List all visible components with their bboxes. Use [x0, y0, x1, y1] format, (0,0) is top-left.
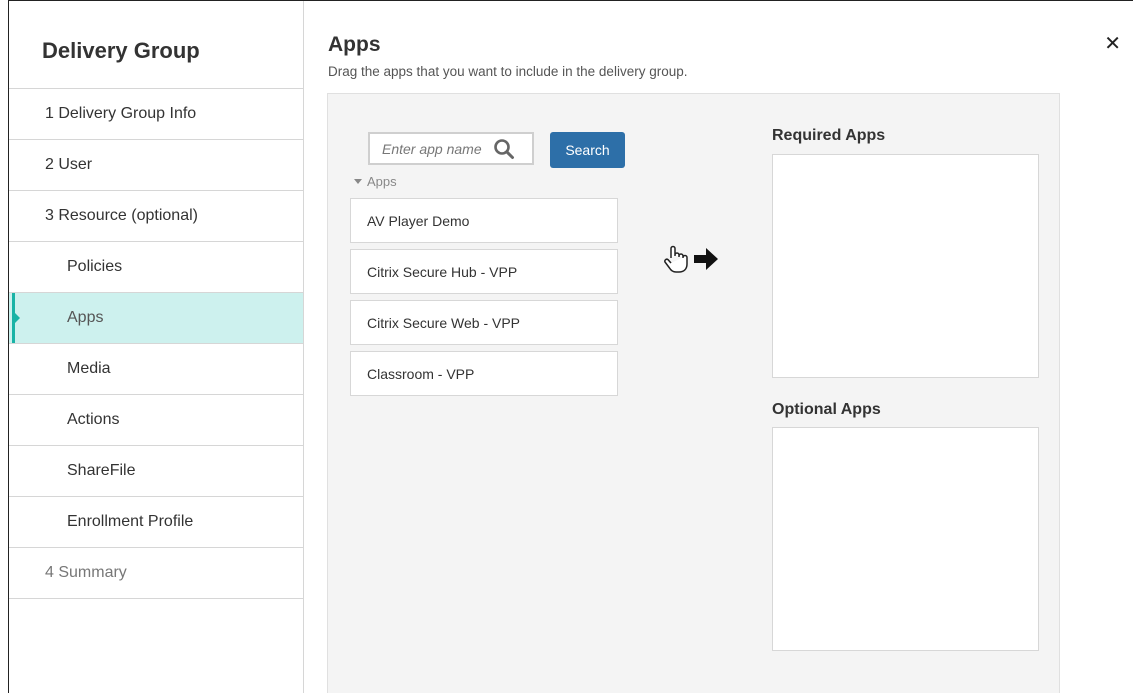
sidebar-item-enrollment-profile[interactable]: Enrollment Profile: [9, 497, 303, 548]
search-box: [368, 132, 534, 165]
sidebar-item-label: 3 Resource (optional): [45, 207, 198, 224]
sidebar-item-label: 4 Summary: [45, 564, 127, 581]
sidebar-item-user[interactable]: 2 User: [9, 140, 303, 191]
arrow-right-icon: [692, 246, 720, 277]
caret-down-icon: [354, 179, 362, 184]
sidebar-item-summary[interactable]: 4 Summary: [9, 548, 303, 599]
apps-group-toggle[interactable]: Apps: [354, 174, 397, 189]
sidebar-item-label: Policies: [67, 258, 123, 275]
list-item[interactable]: AV Player Demo: [350, 198, 618, 243]
sidebar-item-label: Actions: [67, 411, 120, 428]
sidebar-item-actions[interactable]: Actions: [9, 395, 303, 446]
sidebar-item-policies[interactable]: Policies: [9, 242, 303, 293]
drag-hint: [663, 244, 720, 279]
wizard-sidebar: Delivery Group 1 Delivery Group Info 2 U…: [9, 1, 304, 693]
sidebar-item-label: 2 User: [45, 156, 93, 173]
sidebar-item-media[interactable]: Media: [9, 344, 303, 395]
required-apps-dropzone[interactable]: [772, 154, 1039, 378]
list-item[interactable]: Citrix Secure Web - VPP: [350, 300, 618, 345]
sidebar-item-label: Apps: [67, 309, 104, 326]
optional-apps-label: Optional Apps: [772, 401, 881, 418]
list-item[interactable]: Classroom - VPP: [350, 351, 618, 396]
sidebar-item-label: 1 Delivery Group Info: [45, 105, 197, 122]
search-button[interactable]: Search: [550, 132, 625, 168]
sidebar-item-delivery-group-info[interactable]: 1 Delivery Group Info: [9, 89, 303, 140]
sidebar-item-resource[interactable]: 3 Resource (optional): [9, 191, 303, 242]
optional-apps-dropzone[interactable]: [772, 427, 1039, 651]
hand-pointer-icon: [663, 244, 689, 279]
list-item[interactable]: Citrix Secure Hub - VPP: [350, 249, 618, 294]
sidebar-item-label: ShareFile: [67, 462, 136, 479]
sidebar-item-sharefile[interactable]: ShareFile: [9, 446, 303, 497]
sidebar-title: Delivery Group: [9, 1, 303, 89]
close-icon[interactable]: ✕: [1104, 34, 1121, 54]
search-icon[interactable]: [490, 135, 518, 163]
required-apps-label: Required Apps: [772, 127, 886, 144]
sidebar-item-label: Media: [67, 360, 111, 377]
search-input[interactable]: [370, 134, 488, 163]
page-title: Apps: [328, 33, 381, 56]
apps-group-label: Apps: [367, 174, 397, 189]
sidebar-item-label: Enrollment Profile: [67, 513, 194, 530]
dialog: Delivery Group 1 Delivery Group Info 2 U…: [8, 0, 1133, 693]
sidebar-item-apps[interactable]: Apps: [9, 293, 303, 344]
available-apps-list: AV Player Demo Citrix Secure Hub - VPP C…: [350, 198, 618, 402]
page-subtitle: Drag the apps that you want to include i…: [328, 64, 688, 79]
apps-panel: Search Apps AV Player Demo Citrix Secure…: [327, 93, 1060, 693]
